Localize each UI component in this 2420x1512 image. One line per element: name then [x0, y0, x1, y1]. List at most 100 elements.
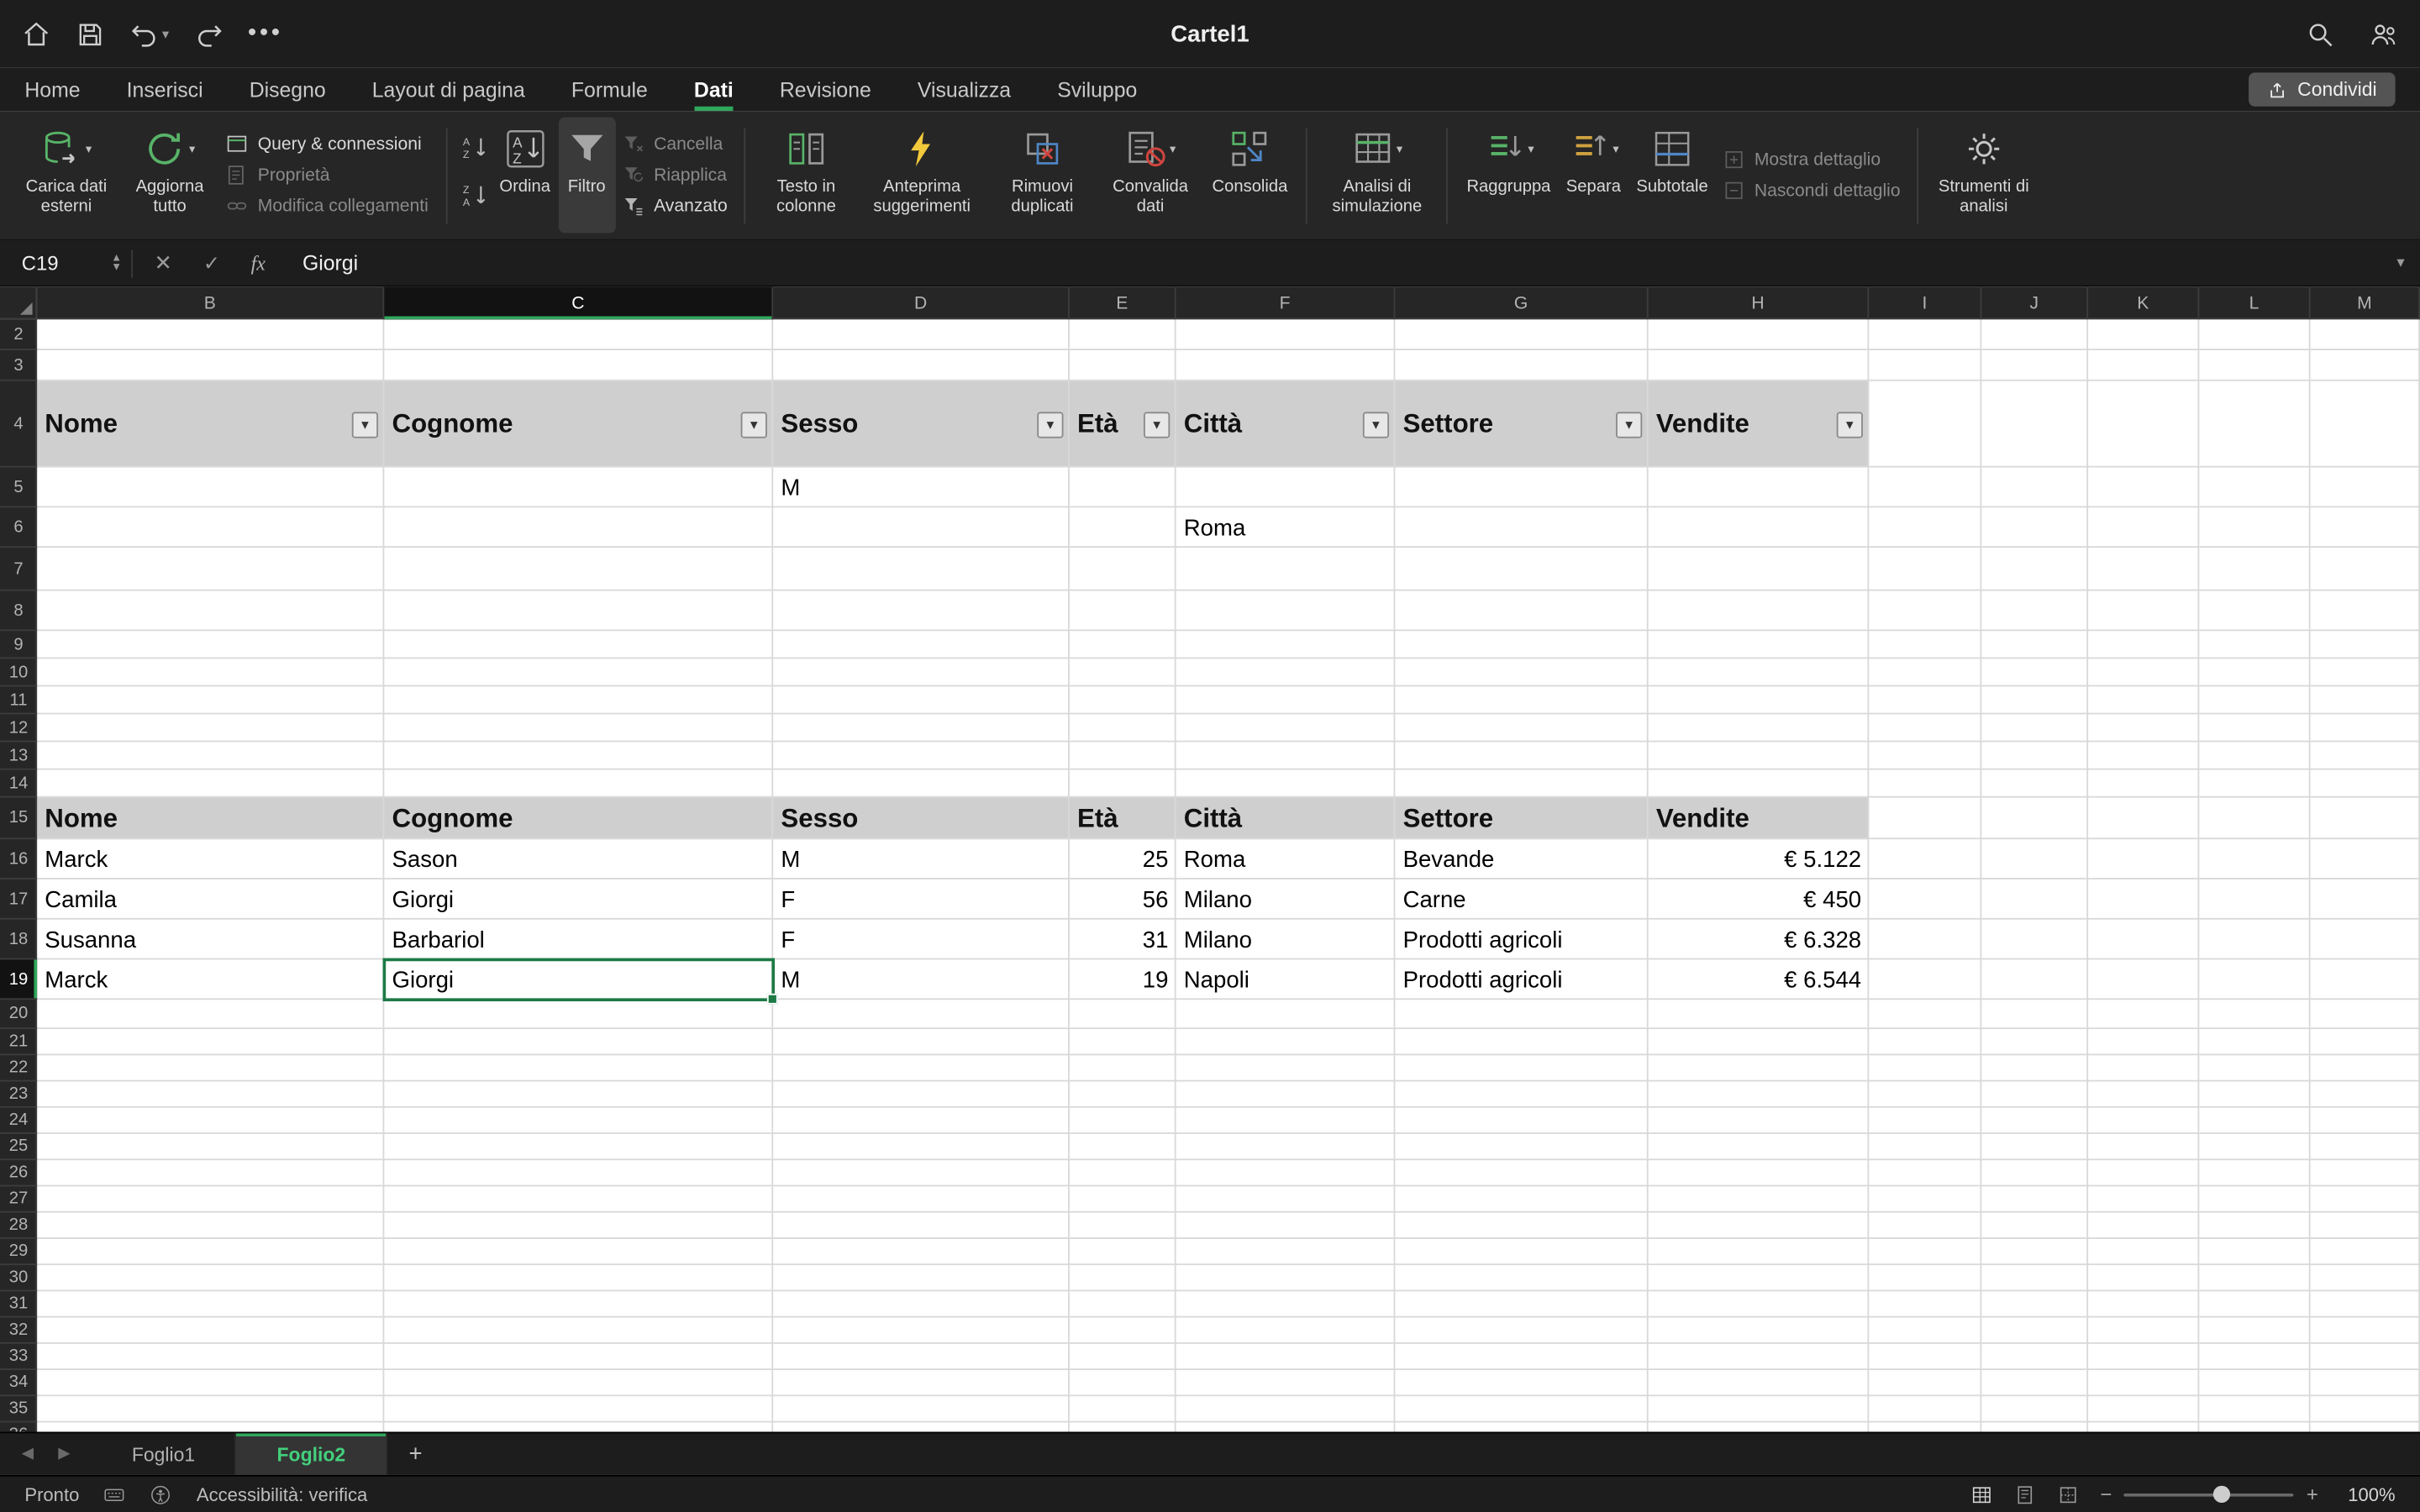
column-header-H[interactable]: H — [1649, 287, 1870, 320]
filter-dropdown-button-città[interactable]: ▼ — [1363, 411, 1389, 437]
row-header-11[interactable]: 11 — [0, 686, 37, 714]
name-box-stepper[interactable]: ▲▼ — [111, 254, 131, 272]
tab-inserisci[interactable]: Inserisci — [127, 68, 203, 111]
cell-B19[interactable]: Marck — [37, 959, 384, 1000]
cancella-button[interactable]: Cancella — [622, 133, 728, 156]
cell-C15[interactable]: Cognome — [384, 798, 773, 840]
row-header-30[interactable]: 30 — [0, 1265, 37, 1291]
row-header-4[interactable]: 4 — [0, 381, 37, 468]
carica-dati-button[interactable]: ▾ Carica dati esterni — [13, 118, 121, 234]
consolida-button[interactable]: Consolida — [1204, 118, 1295, 234]
cell-F6[interactable]: Roma — [1176, 507, 1396, 548]
cell-F15[interactable]: Città — [1176, 798, 1396, 840]
cell-E17[interactable]: 56 — [1070, 879, 1176, 920]
row-header-20[interactable]: 20 — [0, 1000, 37, 1029]
anteprima-suggerimenti-button[interactable]: Anteprima suggerimenti — [855, 118, 988, 234]
insert-function-icon[interactable]: fx — [251, 250, 266, 275]
cell-G18[interactable]: Prodotti agricoli — [1395, 920, 1648, 960]
riapplica-button[interactable]: Riapplica — [622, 164, 728, 187]
row-header-10[interactable]: 10 — [0, 659, 37, 686]
page-layout-view-icon[interactable] — [2014, 1483, 2036, 1505]
cell-G19[interactable]: Prodotti agricoli — [1395, 959, 1648, 1000]
row-header-34[interactable]: 34 — [0, 1370, 37, 1396]
expand-formula-bar-icon[interactable]: ▾ — [2396, 255, 2420, 271]
tab-layout-di-pagina[interactable]: Layout di pagina — [372, 68, 525, 111]
column-header-F[interactable]: F — [1176, 287, 1396, 320]
tab-revisione[interactable]: Revisione — [780, 68, 871, 111]
row-header-14[interactable]: 14 — [0, 770, 37, 798]
confirm-entry-icon[interactable]: ✓ — [203, 250, 220, 275]
cell-H19[interactable]: € 6.544 — [1649, 959, 1870, 1000]
sort-az-button[interactable]: AZ — [460, 134, 488, 169]
sheet-nav-right-icon[interactable]: ▶ — [58, 1446, 70, 1462]
cell-H16[interactable]: € 5.122 — [1649, 839, 1870, 879]
nascondi-dettaglio-button[interactable]: Nascondi dettaglio — [1722, 179, 1900, 202]
cell-E18[interactable]: 31 — [1070, 920, 1176, 960]
filtro-button[interactable]: Filtro — [558, 118, 615, 234]
column-header-E[interactable]: E — [1070, 287, 1176, 320]
sheet-nav-left-icon[interactable]: ◀ — [22, 1446, 34, 1462]
column-header-D[interactable]: D — [773, 287, 1070, 320]
cell-C17[interactable]: Giorgi — [384, 879, 773, 920]
column-header-C[interactable]: C — [384, 287, 773, 320]
column-header-M[interactable]: M — [2311, 287, 2420, 320]
row-header-27[interactable]: 27 — [0, 1186, 37, 1212]
cell-D5[interactable]: M — [773, 468, 1070, 508]
row-header-17[interactable]: 17 — [0, 879, 37, 920]
column-header-J[interactable]: J — [1981, 287, 2088, 320]
cell-G15[interactable]: Settore — [1395, 798, 1648, 840]
sheet-tab-foglio2[interactable]: Foglio2 — [237, 1433, 387, 1475]
cell-F17[interactable]: Milano — [1176, 879, 1396, 920]
tab-disegno[interactable]: Disegno — [250, 68, 326, 111]
cell-C16[interactable]: Sason — [384, 839, 773, 879]
redo-icon[interactable] — [194, 19, 224, 49]
row-header-24[interactable]: 24 — [0, 1108, 37, 1134]
normal-view-icon[interactable] — [1970, 1483, 1992, 1505]
modifica-collegamenti-button[interactable]: Modifica collegamenti — [225, 194, 429, 218]
name-box[interactable]: C19 — [0, 251, 111, 275]
cell-B15[interactable]: Nome — [37, 798, 384, 840]
cell-B17[interactable]: Camila — [37, 879, 384, 920]
row-header-12[interactable]: 12 — [0, 714, 37, 742]
row-header-3[interactable]: 3 — [0, 350, 37, 381]
filter-dropdown-button-cognome[interactable]: ▼ — [741, 411, 767, 437]
cell-H15[interactable]: Vendite — [1649, 798, 1870, 840]
cell-C4[interactable]: Cognome▼ — [384, 381, 773, 468]
column-header-L[interactable]: L — [2199, 287, 2310, 320]
cancel-entry-icon[interactable]: ✕ — [155, 250, 173, 276]
cell-E4[interactable]: Età▼ — [1070, 381, 1176, 468]
convalida-dati-button[interactable]: ▾ Convalida dati — [1097, 118, 1205, 234]
row-header-31[interactable]: 31 — [0, 1291, 37, 1317]
proprieta-button[interactable]: Proprietà — [225, 164, 429, 187]
row-header-2[interactable]: 2 — [0, 319, 37, 350]
column-header-I[interactable]: I — [1869, 287, 1981, 320]
tab-dati[interactable]: Dati — [694, 68, 734, 111]
row-header-6[interactable]: 6 — [0, 507, 37, 548]
select-all-corner[interactable] — [0, 287, 37, 320]
cell-D17[interactable]: F — [773, 879, 1070, 920]
row-header-18[interactable]: 18 — [0, 920, 37, 960]
analisi-simulazione-button[interactable]: ▾ Analisi di simulazione — [1318, 118, 1436, 234]
row-header-36[interactable]: 36 — [0, 1422, 37, 1431]
aggiorna-tutto-button[interactable]: ▾ Aggiorna tutto — [120, 118, 219, 234]
keyboard-icon[interactable] — [104, 1483, 126, 1505]
cell-F4[interactable]: Città▼ — [1176, 381, 1396, 468]
cell-B16[interactable]: Marck — [37, 839, 384, 879]
ordina-button[interactable]: AZ Ordina — [492, 118, 558, 234]
share-button[interactable]: Condividi — [2248, 72, 2395, 106]
avanzato-button[interactable]: Avanzato — [622, 194, 728, 218]
cell-G17[interactable]: Carne — [1395, 879, 1648, 920]
cell-B18[interactable]: Susanna — [37, 920, 384, 960]
page-break-view-icon[interactable] — [2057, 1483, 2079, 1505]
cell-F18[interactable]: Milano — [1176, 920, 1396, 960]
cell-C18[interactable]: Barbariol — [384, 920, 773, 960]
cell-D19[interactable]: M — [773, 959, 1070, 1000]
tab-sviluppo[interactable]: Sviluppo — [1057, 68, 1137, 111]
cell-G4[interactable]: Settore▼ — [1395, 381, 1648, 468]
query-connessioni-button[interactable]: Query & connessioni — [225, 133, 429, 156]
cell-D18[interactable]: F — [773, 920, 1070, 960]
cell-E19[interactable]: 19 — [1070, 959, 1176, 1000]
column-header-G[interactable]: G — [1395, 287, 1648, 320]
row-header-7[interactable]: 7 — [0, 548, 37, 591]
row-header-16[interactable]: 16 — [0, 839, 37, 879]
